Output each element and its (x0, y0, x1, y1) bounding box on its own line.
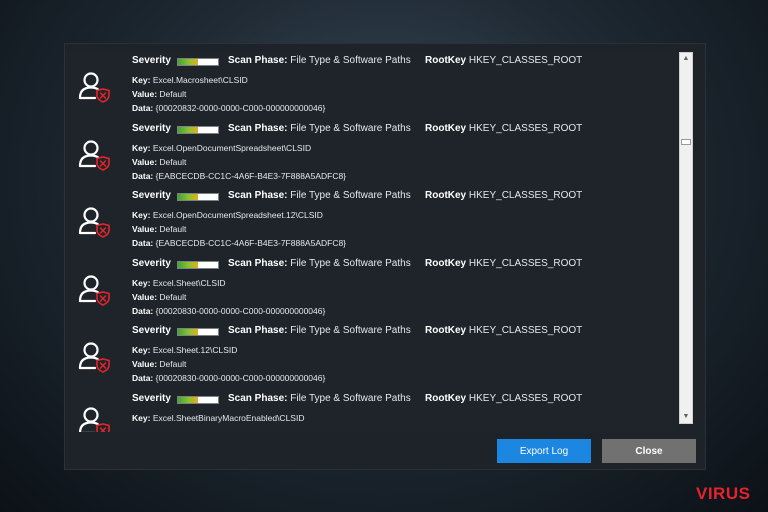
severity-meter-fill (178, 59, 198, 65)
key-value: Excel.SheetBinaryMacroEnabled\CLSID (152, 412, 305, 423)
rootkey-value: HKEY_CLASSES_ROOT (468, 190, 583, 201)
key-value: Excel.Sheet\CLSID (152, 277, 226, 288)
rootkey-value: HKEY_CLASSES_ROOT (468, 257, 583, 269)
data-label: Data: (132, 305, 154, 316)
log-entry[interactable]: Severity Scan Phase: File Type & Softwar… (65, 258, 677, 325)
scroll-thumb[interactable] (681, 139, 691, 145)
value-value: Default (159, 89, 187, 99)
value-value: Default (159, 156, 187, 167)
scan-phase-label: Scan Phase: (228, 325, 288, 336)
severity-meter-fill (178, 396, 198, 403)
rootkey-label: RootKey (425, 257, 467, 269)
user-shield-icon (77, 137, 111, 171)
rootkey-label: RootKey (425, 325, 467, 336)
log-entry[interactable]: Severity Scan Phase: File Type & Softwar… (65, 190, 677, 257)
severity-label: Severity (132, 325, 171, 336)
data-label: Data: (132, 373, 154, 383)
severity-meter (177, 125, 219, 134)
scan-phase-value: File Type & Software Paths (290, 122, 411, 134)
vertical-scrollbar[interactable]: ▲ ▼ (679, 52, 693, 424)
data-value: {00020832-0000-0000-C000-000000000046} (155, 103, 326, 113)
value-label: Value: (132, 291, 158, 302)
log-entry[interactable]: Severity Scan Phase: File Type & Softwar… (65, 325, 677, 392)
value-value: Default (159, 224, 187, 234)
scan-phase-value: File Type & Software Paths (290, 392, 411, 404)
scan-phase-label: Scan Phase: (228, 55, 288, 66)
severity-label: Severity (132, 55, 171, 66)
close-button[interactable]: Close (602, 439, 696, 463)
user-shield-icon (77, 272, 111, 306)
dialog-footer: Export Log Close (65, 432, 705, 469)
scan-phase-value: File Type & Software Paths (290, 325, 411, 336)
severity-label: Severity (132, 190, 171, 201)
log-entry[interactable]: Severity Scan Phase: File Type & Softwar… (65, 55, 677, 122)
scan-phase-label: Scan Phase: (228, 257, 288, 269)
value-label: Value: (132, 89, 158, 99)
key-label: Key: (132, 345, 151, 355)
export-log-button[interactable]: Export Log (497, 439, 591, 463)
key-label: Key: (132, 75, 151, 85)
scan-phase-value: File Type & Software Paths (290, 190, 411, 201)
data-value: {EABCECDB-CC1C-4A6F-B4E3-7F888A5ADFC8} (155, 170, 347, 181)
rootkey-value: HKEY_CLASSES_ROOT (468, 122, 583, 134)
data-value: {00020830-0000-0000-C000-000000000046} (155, 305, 326, 316)
scroll-up-icon[interactable]: ▲ (680, 53, 692, 65)
user-shield-icon (77, 204, 111, 238)
value-value: Default (159, 291, 187, 302)
rootkey-label: RootKey (425, 55, 467, 66)
scan-log-dialog: Severity Scan Phase: File Type & Softwar… (64, 43, 706, 470)
rootkey-label: RootKey (425, 190, 467, 201)
user-shield-icon (77, 69, 111, 103)
scan-phase-label: Scan Phase: (228, 122, 288, 134)
watermark-logo: VIRUS (696, 484, 751, 503)
scan-phase-label: Scan Phase: (228, 190, 288, 201)
scan-phase-value: File Type & Software Paths (290, 55, 411, 66)
severity-meter-fill (178, 126, 198, 133)
severity-meter (177, 58, 219, 66)
key-label: Key: (132, 210, 151, 220)
severity-meter (177, 395, 219, 404)
data-label: Data: (132, 103, 154, 113)
user-shield-icon (77, 339, 111, 373)
severity-meter-fill (178, 261, 198, 268)
severity-meter (177, 260, 219, 269)
data-value: {00020830-0000-0000-C000-000000000046} (155, 373, 326, 383)
key-label: Key: (132, 277, 151, 288)
log-entry[interactable]: Severity Scan Phase: File Type & Softwar… (65, 123, 677, 190)
data-label: Data: (132, 238, 154, 248)
value-label: Value: (132, 359, 158, 369)
data-label: Data: (132, 170, 154, 181)
key-label: Key: (132, 412, 151, 423)
key-value: Excel.OpenDocumentSpreadsheet\CLSID (152, 142, 312, 153)
scan-phase-value: File Type & Software Paths (290, 257, 411, 269)
rootkey-label: RootKey (425, 122, 467, 134)
value-label: Value: (132, 224, 158, 234)
key-value: Excel.Sheet.12\CLSID (152, 345, 238, 355)
scroll-down-icon[interactable]: ▼ (680, 411, 692, 423)
rootkey-value: HKEY_CLASSES_ROOT (468, 392, 583, 404)
rootkey-value: HKEY_CLASSES_ROOT (468, 55, 583, 66)
severity-meter-fill (178, 194, 198, 200)
rootkey-value: HKEY_CLASSES_ROOT (468, 325, 583, 336)
log-list[interactable]: Severity Scan Phase: File Type & Softwar… (65, 52, 677, 466)
data-value: {EABCECDB-CC1C-4A6F-B4E3-7F888A5ADFC8} (155, 238, 347, 248)
value-value: Default (159, 359, 187, 369)
severity-label: Severity (132, 122, 171, 134)
severity-meter-fill (178, 329, 198, 335)
severity-meter (177, 328, 219, 336)
key-label: Key: (132, 142, 151, 153)
rootkey-label: RootKey (425, 392, 467, 404)
key-value: Excel.Macrosheet\CLSID (152, 75, 248, 85)
severity-label: Severity (132, 392, 171, 404)
value-label: Value: (132, 156, 158, 167)
severity-label: Severity (132, 257, 171, 269)
severity-meter (177, 193, 219, 201)
scan-phase-label: Scan Phase: (228, 392, 288, 404)
key-value: Excel.OpenDocumentSpreadsheet.12\CLSID (152, 210, 323, 220)
